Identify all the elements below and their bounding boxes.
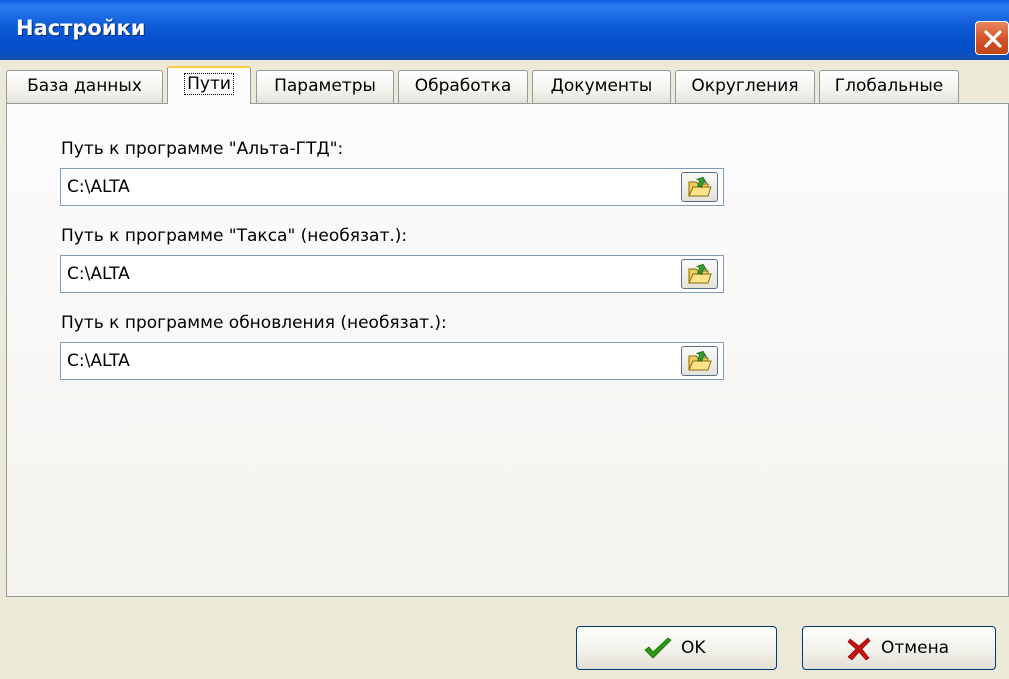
cancel-label: Отмена xyxy=(881,638,950,658)
update-path-label: Путь к программе обновления (необязат.): xyxy=(61,313,447,333)
open-folder-icon xyxy=(688,350,712,371)
taksa-path-input[interactable] xyxy=(60,255,724,293)
update-browse-button[interactable] xyxy=(681,346,718,376)
tab-database[interactable]: База данных xyxy=(6,70,163,103)
alta-gtd-browse-button[interactable] xyxy=(681,172,718,202)
ok-label: OK xyxy=(681,638,706,658)
tab-rounding[interactable]: Округления xyxy=(675,70,815,103)
paths-panel: Путь к программе "Альта-ГТД": Путь к про… xyxy=(6,103,1009,597)
open-folder-icon xyxy=(688,263,712,284)
close-icon xyxy=(984,30,1002,48)
tab-paths[interactable]: Пути xyxy=(167,66,251,104)
taksa-browse-button[interactable] xyxy=(681,259,718,289)
close-button[interactable] xyxy=(975,21,1009,55)
title-bar[interactable]: Настройки xyxy=(0,0,1009,60)
cancel-button[interactable]: Отмена xyxy=(802,626,996,670)
tab-global[interactable]: Глобальные xyxy=(819,70,959,103)
ok-button[interactable]: OK xyxy=(576,626,777,670)
alta-gtd-path-label: Путь к программе "Альта-ГТД": xyxy=(61,139,344,159)
open-folder-icon xyxy=(688,176,712,197)
settings-dialog: Настройки База данных Пути Параметры Обр… xyxy=(0,0,1009,679)
window-title: Настройки xyxy=(16,16,146,40)
taksa-path-label: Путь к программе "Такса" (необязат.): xyxy=(61,226,408,246)
alta-gtd-path-input[interactable] xyxy=(60,168,724,206)
checkmark-icon xyxy=(644,637,672,659)
tab-documents[interactable]: Документы xyxy=(532,70,671,103)
x-mark-icon xyxy=(847,637,871,661)
tab-processing[interactable]: Обработка xyxy=(398,70,528,103)
tab-parameters[interactable]: Параметры xyxy=(256,70,394,103)
update-path-input[interactable] xyxy=(60,342,724,380)
tab-strip: База данных Пути Параметры Обработка Док… xyxy=(6,66,1009,104)
